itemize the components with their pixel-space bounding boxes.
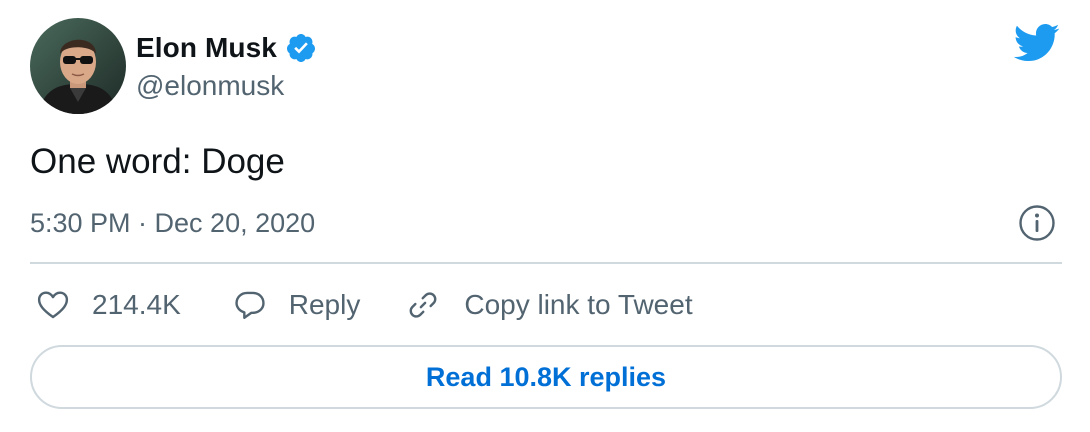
copy-link-label: Copy link to Tweet (464, 289, 693, 320)
author-display-name: Elon Musk (136, 32, 277, 63)
copy-link-button[interactable]: Copy link to Tweet (406, 288, 693, 322)
verified-badge-icon (285, 32, 317, 64)
author-handle[interactable]: @elonmusk (136, 70, 284, 102)
tweet-timestamp[interactable]: 5:30 PM · Dec 20, 2020 (30, 205, 315, 241)
link-icon (406, 288, 440, 322)
tweet-text: One word: Doge (30, 142, 285, 181)
info-icon[interactable] (1018, 204, 1056, 242)
tweet-embed-card: Elon Musk @elonmusk One word: Doge 5:30 … (0, 0, 1090, 432)
like-count: 214.4K (92, 289, 181, 320)
speech-bubble-icon (233, 288, 267, 322)
reply-label: Reply (288, 289, 361, 320)
tweet-actions: 214.4K Reply Copy link to Tweet (30, 280, 693, 330)
avatar[interactable] (30, 18, 126, 114)
reply-button[interactable]: Reply (233, 288, 361, 322)
like-button[interactable]: 214.4K (30, 288, 181, 322)
avatar-photo (30, 18, 126, 114)
author-name-row[interactable]: Elon Musk (136, 30, 317, 66)
twitter-bird-icon[interactable] (1013, 22, 1060, 62)
divider (30, 262, 1062, 264)
read-replies-button[interactable]: Read 10.8K replies (30, 345, 1062, 409)
heart-icon (36, 288, 70, 322)
